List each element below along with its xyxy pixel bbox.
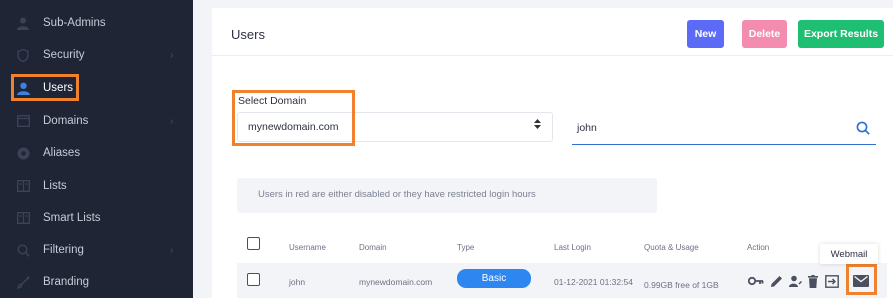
column-header-username: Username	[289, 243, 326, 252]
sidebar-item-label: Security	[43, 49, 85, 61]
webmail-highlight-box	[846, 264, 877, 295]
column-header-type: Type	[457, 243, 475, 252]
info-notice: Users in red are either disabled or they…	[237, 178, 657, 213]
search-input[interactable]: john	[572, 119, 876, 145]
domain-highlight-box	[232, 90, 355, 146]
sidebar: Sub-Admins Security › Users Domains › Al…	[0, 0, 193, 298]
search-icon	[16, 243, 30, 257]
sidebar-item-label: Aliases	[43, 147, 81, 159]
cell-username: john	[289, 277, 306, 287]
sidebar-item-label: Sub-Admins	[43, 17, 106, 29]
select-arrows-icon	[534, 119, 541, 132]
sidebar-item-label: Filtering	[43, 244, 84, 256]
key-icon[interactable]	[748, 274, 764, 288]
sidebar-item-lists[interactable]: Lists	[0, 170, 193, 202]
user-settings-icon[interactable]	[788, 274, 802, 288]
cell-quota: 0.99GB free of 1GB	[644, 280, 719, 290]
search-icon[interactable]	[856, 121, 870, 140]
notice-text: Users in red are either disabled or they…	[258, 189, 536, 200]
login-as-icon[interactable]	[824, 274, 839, 288]
sidebar-item-domains[interactable]: Domains ›	[0, 105, 193, 137]
column-header-domain: Domain	[359, 243, 387, 252]
sidebar-item-filtering[interactable]: Filtering ›	[0, 234, 193, 266]
select-all-checkbox[interactable]	[247, 237, 260, 250]
sidebar-item-aliases[interactable]: Aliases	[0, 137, 193, 169]
row-checkbox[interactable]	[247, 273, 260, 286]
sidebar-item-label: Smart Lists	[43, 212, 101, 224]
chevron-right-icon: ›	[170, 115, 174, 127]
new-button[interactable]: New	[687, 20, 724, 48]
cell-last-login: 01-12-2021 01:32:54	[554, 277, 633, 287]
shield-icon	[16, 48, 30, 62]
sidebar-item-sub-admins[interactable]: Sub-Admins	[0, 7, 193, 39]
column-header-action: Action	[747, 243, 770, 252]
sidebar-item-label: Domains	[43, 115, 89, 127]
sidebar-item-smart-lists[interactable]: Smart Lists	[0, 202, 193, 234]
sidebar-item-branding[interactable]: Branding	[0, 266, 193, 298]
sidebar-item-label: Lists	[43, 180, 67, 192]
type-badge: Basic	[457, 269, 531, 288]
chevron-right-icon: ›	[170, 49, 174, 61]
main-panel: Users New Delete Export Results Select D…	[212, 8, 893, 298]
webmail-tooltip: Webmail	[820, 244, 878, 264]
chevron-right-icon: ›	[170, 244, 174, 256]
at-icon	[16, 146, 30, 160]
person-icon	[16, 16, 30, 30]
edit-pencil-icon[interactable]	[769, 274, 783, 288]
column-header-last-login: Last Login	[554, 243, 591, 252]
brush-icon	[16, 275, 30, 289]
export-results-button[interactable]: Export Results	[798, 20, 884, 48]
page-title: Users	[231, 27, 265, 42]
search-input-value: john	[577, 122, 597, 134]
delete-button[interactable]: Delete	[742, 20, 787, 48]
smart-list-icon	[16, 211, 30, 225]
column-header-quota: Quota & Usage	[644, 243, 699, 252]
trash-icon[interactable]	[807, 274, 819, 288]
cell-domain: mynewdomain.com	[359, 277, 433, 287]
list-icon	[16, 179, 30, 193]
window-icon	[16, 114, 30, 128]
sidebar-item-security[interactable]: Security ›	[0, 39, 193, 71]
users-highlight-box	[11, 74, 79, 101]
sidebar-item-label: Branding	[43, 276, 90, 288]
page-header: Users New Delete Export Results	[212, 8, 893, 56]
